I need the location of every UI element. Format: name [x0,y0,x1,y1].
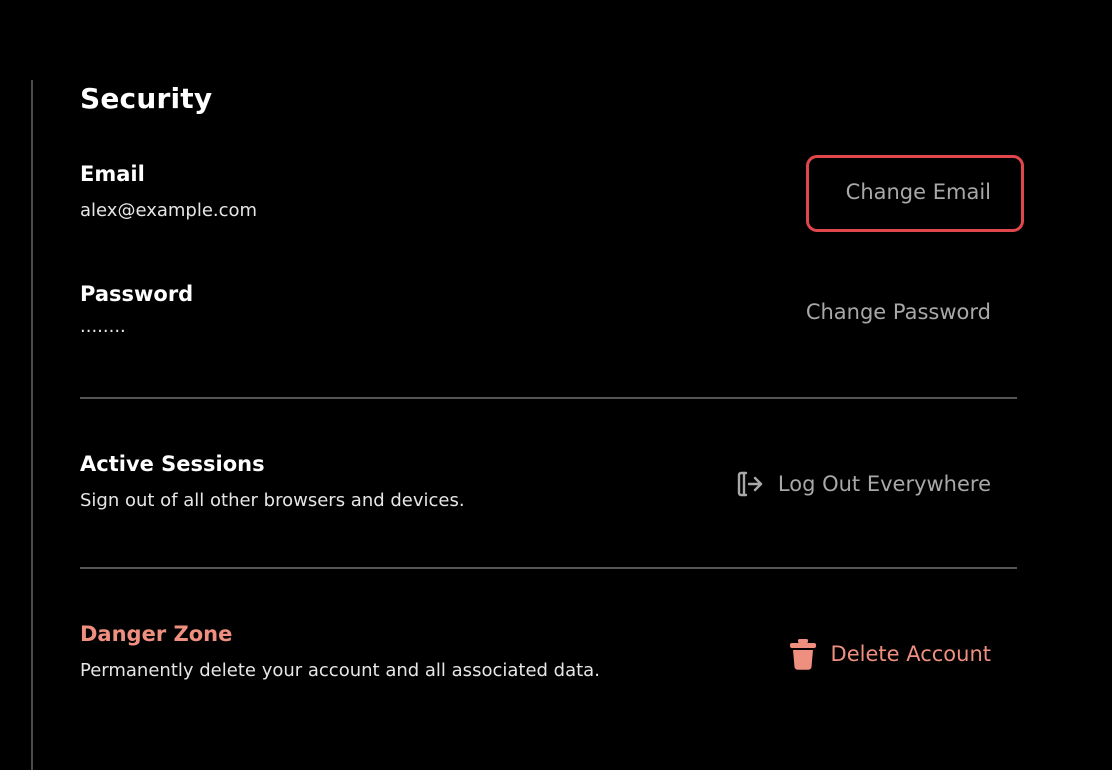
email-label: Email [80,162,145,186]
danger-zone-description: Permanently delete your account and all … [80,660,600,681]
password-value: ........ [80,316,126,337]
email-value: alex@example.com [80,200,258,221]
trash-icon [787,638,819,670]
change-password-button[interactable]: Change Password [806,300,991,324]
danger-zone-label: Danger Zone [80,622,233,646]
active-sessions-description: Sign out of all other browsers and devic… [80,490,465,511]
divider [80,397,1017,399]
active-sessions-label: Active Sessions [80,452,265,476]
section-title: Security [80,82,213,115]
left-border-rule [31,80,33,770]
delete-account-label: Delete Account [830,642,991,666]
change-email-focus-ring [806,155,1024,232]
log-out-everywhere-label: Log Out Everywhere [777,472,991,496]
divider [80,567,1017,569]
active-sessions-row: Active Sessions Sign out of all other br… [80,452,1017,532]
password-label: Password [80,282,194,306]
danger-zone-row: Danger Zone Permanently delete your acco… [80,622,1017,702]
password-row: Password ........ Change Password [80,282,1017,362]
log-out-everywhere-button[interactable]: Log Out Everywhere [734,468,991,500]
delete-account-button[interactable]: Delete Account [787,638,991,670]
change-password-label: Change Password [805,300,991,324]
logout-icon [734,468,766,500]
